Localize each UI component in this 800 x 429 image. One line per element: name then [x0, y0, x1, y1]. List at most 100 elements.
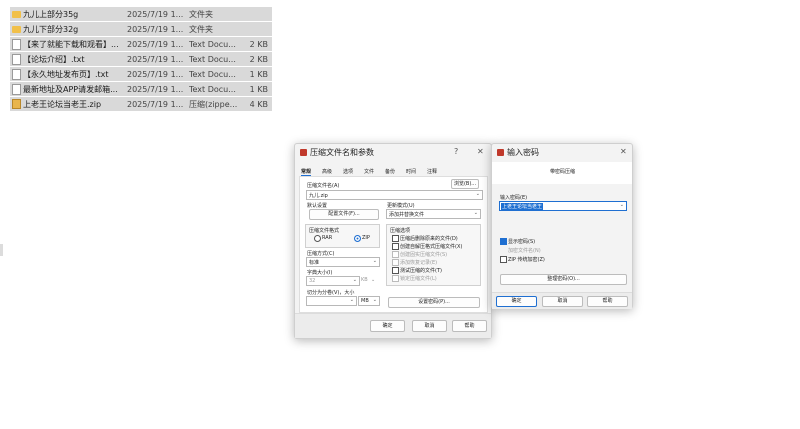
show-password-label: 显示密码(S) [508, 239, 536, 245]
file-type: Text Docu... [189, 84, 236, 94]
file-row[interactable]: 上老王论坛当老王.zip 2025/7/19 1... 压缩(zippe... … [10, 97, 272, 111]
chevron-down-icon: ⌄ [473, 210, 478, 216]
rar-label: RAR [322, 235, 333, 241]
browse-button[interactable]: 浏览(B)... [451, 179, 479, 189]
split-size-input[interactable]: ⌄ [306, 296, 357, 306]
format-group: 压缩文件格式 RAR ZIP [305, 224, 380, 248]
help-button[interactable]: 帮助 [587, 296, 628, 307]
rar-radio[interactable] [314, 235, 321, 242]
winrar-icon [497, 149, 504, 156]
file-row[interactable]: 九儿上部分35g 2025/7/19 1... 文件夹 [10, 7, 272, 21]
update-mode-label: 更新模式(U) [387, 203, 415, 209]
lock-checkbox[interactable] [392, 275, 399, 282]
organize-passwords-button[interactable]: 整理密码(O)... [500, 274, 627, 285]
file-row[interactable]: 【论坛介绍】.txt 2025/7/19 1... Text Docu... 2… [10, 52, 272, 66]
password-label: 输入密码(E) [500, 195, 528, 201]
archive-name-label: 压缩文件名(A) [307, 183, 340, 189]
solid-label: 创建固实压缩文件(S) [400, 252, 448, 258]
cancel-button[interactable]: 取消 [412, 320, 447, 332]
zip-legacy-label: ZIP 传统加密(Z) [508, 257, 545, 263]
file-row[interactable]: 最新地址及APP请发邮箱... 2025/7/19 1... Text Docu… [10, 82, 272, 96]
password-input[interactable]: 上老王论坛当老王 ⌄ [499, 201, 627, 211]
close-icon[interactable]: ✕ [477, 147, 484, 156]
file-name: 【永久地址发布页】.txt [23, 69, 109, 79]
split-unit-select[interactable]: MB ⌄ [358, 296, 380, 306]
format-group-label: 压缩文件格式 [309, 228, 340, 234]
method-select[interactable]: 标准 ⌄ [306, 257, 380, 267]
file-type: 压缩(zippe... [189, 99, 238, 109]
delete-after-checkbox[interactable] [392, 235, 399, 242]
chevron-down-icon: ⌄ [371, 277, 376, 283]
update-mode-select[interactable]: 添加并替换文件 ⌄ [386, 209, 481, 219]
file-name: 九儿上部分35g [23, 9, 79, 19]
file-date: 2025/7/19 1... [127, 84, 184, 94]
dialog-title: 输入密码 [507, 148, 539, 157]
zip-label: ZIP [362, 235, 370, 241]
test-label: 测试压缩的文件(T) [400, 268, 442, 274]
dialog-title: 压缩文件名和参数 [310, 148, 374, 157]
encrypt-filenames-label[interactable]: 加密文件名(N) [508, 247, 541, 254]
zip-file-icon [12, 99, 21, 109]
chevron-down-icon: ⌄ [619, 202, 624, 208]
archive-dialog: 压缩文件名和参数 ? ✕ 常规 高级 选项 文件 备份 时间 注释 压缩文件名(… [294, 143, 492, 339]
file-size: 4 KB [249, 99, 268, 109]
file-name: 【论坛介绍】.txt [23, 54, 85, 64]
file-type: Text Docu... [189, 69, 236, 79]
file-date: 2025/7/19 1... [127, 24, 184, 34]
ok-button[interactable]: 确定 [496, 296, 537, 307]
tab-files[interactable]: 文件 [364, 168, 374, 175]
file-name: 最新地址及APP请发邮箱... [23, 84, 118, 94]
ok-button[interactable]: 确定 [370, 320, 405, 332]
delete-after-label: 压缩后删除原来的文件(D) [400, 236, 458, 242]
file-row[interactable]: 九儿下部分32g 2025/7/19 1... 文件夹 [10, 22, 272, 36]
chevron-down-icon: ⌄ [372, 297, 377, 303]
help-icon[interactable]: ? [454, 147, 458, 156]
tab-backup[interactable]: 备份 [385, 168, 395, 175]
file-size: 1 KB [249, 69, 268, 79]
sfx-checkbox[interactable] [392, 243, 399, 250]
tab-general[interactable]: 常规 [301, 168, 312, 176]
tab-time[interactable]: 时间 [406, 168, 416, 175]
file-row[interactable]: 【永久地址发布页】.txt 2025/7/19 1... Text Docu..… [10, 67, 272, 81]
file-size: 2 KB [249, 39, 268, 49]
recovery-checkbox[interactable] [392, 259, 399, 266]
dialog-footer: 确定 取消 帮助 [492, 292, 632, 309]
file-date: 2025/7/19 1... [127, 54, 184, 64]
chevron-down-icon: ⌄ [349, 297, 354, 303]
cancel-button[interactable]: 取消 [542, 296, 583, 307]
zip-radio[interactable] [354, 235, 361, 242]
file-date: 2025/7/19 1... [127, 99, 184, 109]
titlebar: 输入密码 ✕ [492, 144, 632, 162]
text-file-icon [12, 53, 21, 65]
file-type: Text Docu... [189, 39, 236, 49]
file-size: 1 KB [249, 84, 268, 94]
file-date: 2025/7/19 1... [127, 69, 184, 79]
set-password-button[interactable]: 设置密码(P)... [388, 297, 480, 308]
folder-icon [12, 25, 21, 33]
tab-comment[interactable]: 注释 [427, 168, 437, 175]
text-file-icon [12, 83, 21, 95]
sfx-label: 创建自解压格式压缩文件(X) [400, 244, 463, 250]
winrar-icon [300, 149, 307, 156]
file-date: 2025/7/19 1... [127, 9, 184, 19]
solid-checkbox[interactable] [392, 251, 399, 258]
tab-advanced[interactable]: 高级 [322, 168, 332, 175]
file-type: 文件夹 [189, 24, 213, 34]
help-button[interactable]: 帮助 [452, 320, 487, 332]
test-checkbox[interactable] [392, 267, 399, 274]
split-label: 切分为分卷(V)，大小 [307, 290, 355, 296]
file-size: 2 KB [249, 54, 268, 64]
profiles-button[interactable]: 配置文件(F)... [309, 209, 379, 220]
dict-value: 32 [309, 278, 316, 284]
show-password-checkbox[interactable] [500, 238, 507, 245]
file-name: 九儿下部分32g [23, 24, 79, 34]
password-dialog: 输入密码 ✕ 带密码压缩 输入密码(E) 上老王论坛当老王 ⌄ 显示密码(S) … [491, 143, 633, 309]
close-icon[interactable]: ✕ [620, 147, 627, 156]
zip-legacy-checkbox[interactable] [500, 256, 507, 263]
dict-select[interactable]: 32 ⌄ [306, 276, 360, 286]
tab-options[interactable]: 选项 [343, 168, 353, 175]
file-row[interactable]: 【来了就能下载和观看】... 2025/7/19 1... Text Docu.… [10, 37, 272, 51]
archive-name-input[interactable]: 九儿.zip ⌄ [306, 190, 483, 200]
file-type: Text Docu... [189, 54, 236, 64]
chevron-down-icon: ⌄ [475, 191, 480, 197]
